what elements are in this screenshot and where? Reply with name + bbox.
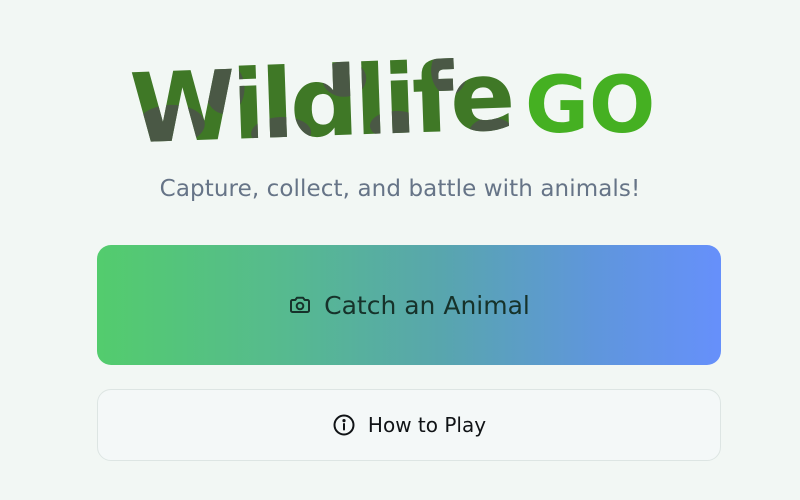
catch-animal-button[interactable]: Catch an Animal bbox=[97, 245, 721, 365]
info-icon bbox=[332, 413, 356, 437]
wildlife-go-logo: Wildlife Wildlife GO bbox=[130, 40, 655, 158]
catch-animal-label: Catch an Animal bbox=[324, 290, 530, 320]
how-to-play-button[interactable]: How to Play bbox=[97, 389, 721, 461]
how-to-play-label: How to Play bbox=[367, 413, 487, 437]
tagline: Capture, collect, and battle with animal… bbox=[159, 176, 641, 202]
logo-go: GO bbox=[525, 61, 655, 151]
home-screen: Wildlife Wildlife GO Capture, collect, a… bbox=[0, 0, 800, 500]
camera-icon bbox=[288, 293, 312, 317]
logo-wordmark: Wildlife bbox=[130, 40, 514, 158]
